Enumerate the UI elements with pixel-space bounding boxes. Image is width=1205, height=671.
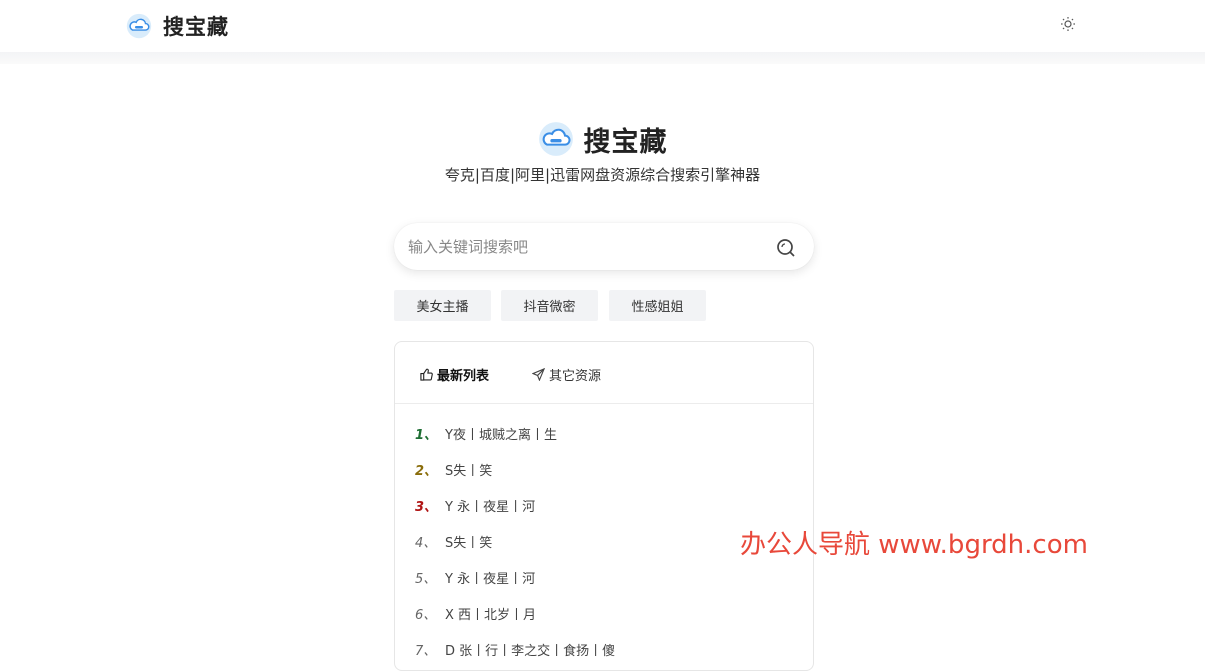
navbar-divider: [0, 52, 1205, 64]
sun-icon: [1061, 17, 1075, 31]
watermark-text: 办公人导航 www.bgrdh.com: [740, 530, 1088, 560]
send-icon: [532, 367, 545, 381]
list-item-rank: 3、: [415, 499, 438, 515]
search-icon: [777, 239, 795, 257]
list-item[interactable]: 3、 Y 永丨夜星丨河: [415, 495, 795, 515]
top-navbar: 搜宝藏: [0, 0, 1205, 52]
search-box: [394, 223, 814, 270]
hero-heading: 搜宝藏: [0, 118, 1205, 160]
tab-label: 最新列表: [437, 368, 490, 384]
tagline: 夸克|百度|阿里|迅雷网盘资源综合搜索引擎神器: [444, 166, 761, 184]
list-item-title: Y 永丨夜星丨河: [445, 499, 536, 515]
list-item-title: Y 永丨夜星丨河: [445, 571, 536, 587]
list-item-rank: 1、: [415, 427, 438, 443]
list-item-rank: 4、: [415, 535, 437, 551]
list-item[interactable]: 7、 D 张丨行丨李之交丨食扬丨傻: [415, 639, 795, 659]
tab-label: 其它资源: [549, 368, 602, 384]
list-item[interactable]: 1、 Y夜丨城贼之离丨生: [415, 423, 795, 443]
brand-name: 搜宝藏: [163, 15, 229, 39]
cloud-logo-icon: [126, 13, 152, 39]
quick-tag[interactable]: 美女主播: [394, 290, 491, 321]
resource-panel: 最新列表 其它资源 1、 Y夜丨城贼之离丨生 2、 S失丨笑 3、 Y 永丨夜星丨河 4、 S…: [394, 341, 814, 671]
list-item-rank: 5、: [415, 571, 437, 587]
list-item-rank: 7、: [415, 643, 437, 659]
list-item[interactable]: 2、 S失丨笑: [415, 459, 795, 479]
list-item[interactable]: 6、 X 西丨北岁丨月: [415, 603, 795, 623]
thumbs-up-icon: [420, 368, 433, 381]
list-item[interactable]: 5、 Y 永丨夜星丨河: [415, 567, 795, 587]
cloud-logo-icon: [538, 122, 573, 156]
list-item-title: D 张丨行丨李之交丨食扬丨傻: [445, 643, 616, 659]
panel-tabs: 最新列表 其它资源: [395, 342, 813, 404]
list-item-title: S失丨笑: [445, 535, 493, 551]
list-item-rank: 6、: [415, 607, 437, 623]
list-item-title: X 西丨北岁丨月: [445, 607, 537, 623]
list-item-title: Y夜丨城贼之离丨生: [445, 427, 557, 443]
quick-tag[interactable]: 性感姐姐: [609, 290, 706, 321]
list-item-rank: 2、: [415, 463, 438, 479]
tab-latest-list[interactable]: 最新列表: [420, 364, 489, 384]
theme-toggle-button[interactable]: [1058, 14, 1078, 34]
search-input[interactable]: [408, 223, 758, 270]
search-button[interactable]: [775, 237, 797, 259]
hero-title: 搜宝藏: [583, 126, 668, 158]
list-item[interactable]: 4、 S失丨笑: [415, 531, 795, 551]
tab-other-resources[interactable]: 其它资源: [532, 364, 601, 384]
list-item-title: S失丨笑: [445, 463, 493, 479]
quick-tag[interactable]: 抖音微密: [501, 290, 598, 321]
brand[interactable]: 搜宝藏: [126, 10, 229, 42]
